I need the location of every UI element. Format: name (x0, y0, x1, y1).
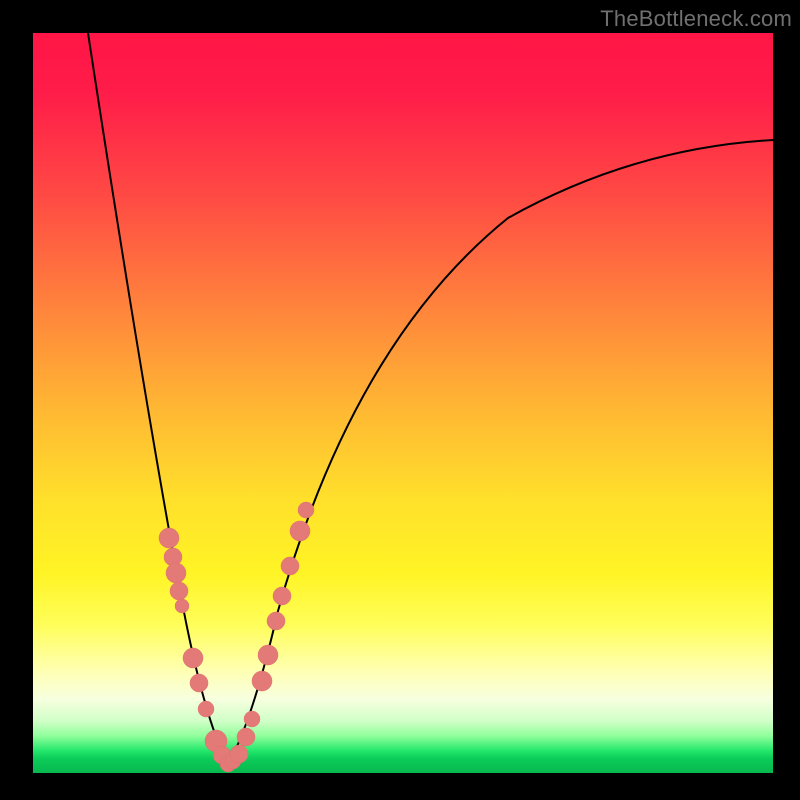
data-marker (166, 563, 186, 583)
data-marker (267, 612, 285, 630)
data-marker (183, 648, 203, 668)
data-marker (273, 587, 291, 605)
data-marker (298, 502, 314, 518)
data-marker (175, 599, 189, 613)
data-marker (230, 745, 248, 763)
data-marker (258, 645, 278, 665)
data-marker (170, 582, 188, 600)
data-marker (244, 711, 260, 727)
data-marker (281, 557, 299, 575)
data-marker (290, 521, 310, 541)
data-marker (252, 671, 272, 691)
data-markers-group (159, 502, 314, 772)
data-marker (237, 728, 255, 746)
data-marker (198, 701, 214, 717)
watermark-text: TheBottleneck.com (600, 6, 792, 32)
data-marker (159, 528, 179, 548)
data-marker (190, 674, 208, 692)
chart-frame: TheBottleneck.com (0, 0, 800, 800)
chart-overlay-svg (33, 33, 773, 773)
